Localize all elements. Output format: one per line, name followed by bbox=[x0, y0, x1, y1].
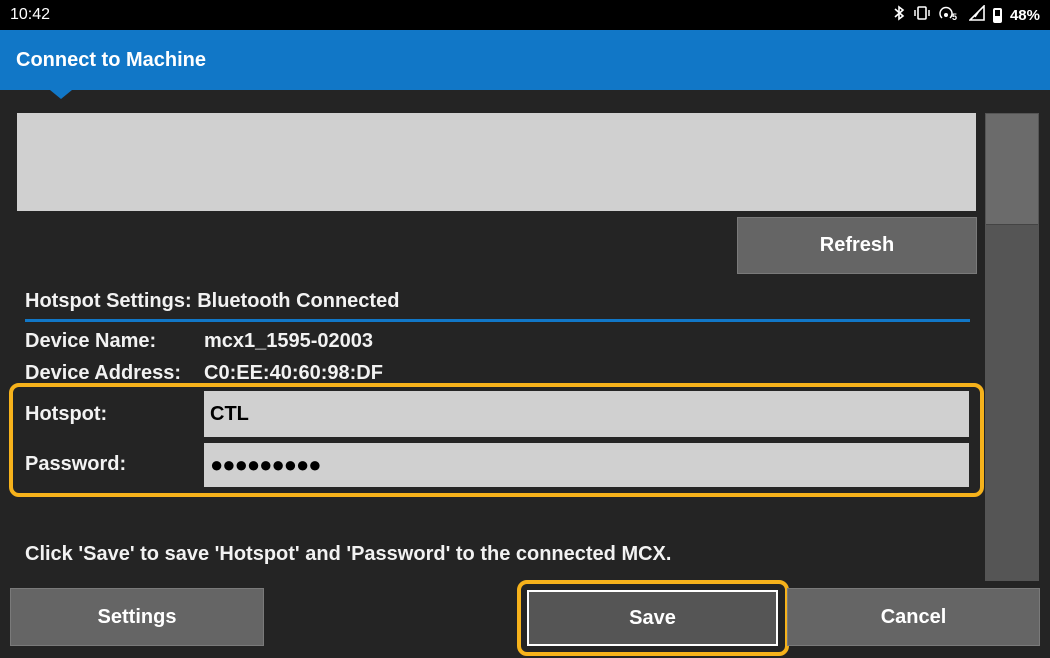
save-button[interactable]: Save bbox=[527, 590, 778, 646]
signal-icon bbox=[968, 4, 985, 25]
section-divider bbox=[25, 319, 970, 322]
settings-button[interactable]: Settings bbox=[10, 588, 264, 646]
password-input[interactable]: ●●●●●●●●● bbox=[204, 443, 969, 487]
bluetooth-icon bbox=[893, 5, 905, 25]
device-list[interactable] bbox=[17, 113, 976, 211]
cancel-button[interactable]: Cancel bbox=[787, 588, 1040, 646]
hotspot-input[interactable]: CTL bbox=[204, 391, 969, 437]
hotspot-input-value: CTL bbox=[210, 402, 249, 425]
instruction-text: Click 'Save' to save 'Hotspot' and 'Pass… bbox=[25, 543, 672, 565]
scrollbar-thumb[interactable] bbox=[986, 224, 1038, 580]
password-label: Password: bbox=[25, 453, 127, 475]
wifi-hotspot-icon: 5 bbox=[939, 5, 961, 25]
password-input-value: ●●●●●●●●● bbox=[210, 452, 322, 477]
status-bar: 10:42 5 48% bbox=[0, 0, 1050, 30]
title-bar: Connect to Machine bbox=[0, 30, 1050, 90]
title-pointer bbox=[50, 90, 72, 99]
device-address-value: C0:EE:40:60:98:DF bbox=[204, 362, 383, 384]
status-time: 10:42 bbox=[10, 6, 51, 23]
refresh-button[interactable]: Refresh bbox=[737, 217, 977, 274]
hotspot-label: Hotspot: bbox=[25, 403, 108, 425]
device-name-value: mcx1_1595-02003 bbox=[204, 330, 374, 352]
battery-percent: 48% bbox=[1009, 6, 1040, 24]
battery-icon bbox=[992, 7, 1002, 23]
hotspot-settings-header: Hotspot Settings: Bluetooth Connected bbox=[25, 290, 400, 312]
status-icons: 5 48% bbox=[893, 4, 1040, 25]
svg-text:5: 5 bbox=[952, 12, 957, 21]
device-address-label: Device Address: bbox=[25, 362, 181, 384]
page-title: Connect to Machine bbox=[16, 49, 207, 71]
device-name-label: Device Name: bbox=[25, 330, 157, 352]
vibrate-icon bbox=[913, 5, 931, 25]
